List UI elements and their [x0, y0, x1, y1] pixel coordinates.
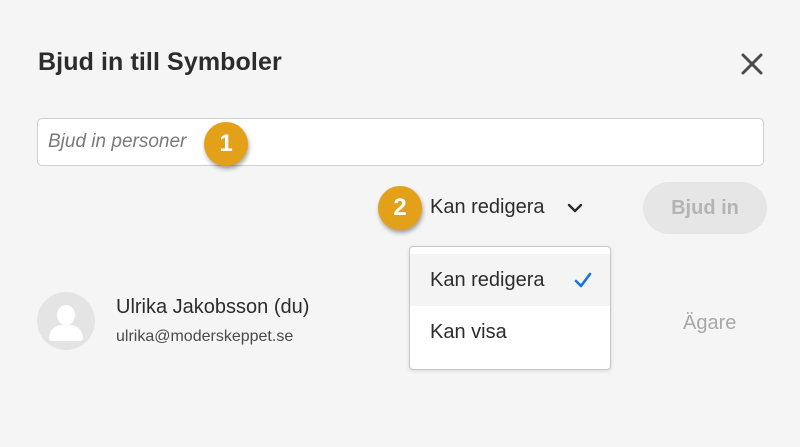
invite-button[interactable]: Bjud in — [643, 182, 767, 234]
invite-dialog: Bjud in till Symboler 1 2 Kan redigera B… — [0, 0, 800, 447]
menu-item-label: Kan redigera — [430, 268, 545, 291]
chevron-down-icon — [567, 203, 582, 212]
invite-people-input[interactable] — [37, 118, 764, 166]
member-email: ulrika@moderskeppet.se — [116, 328, 294, 345]
menu-item-can-view[interactable]: Kan visa — [410, 306, 610, 358]
member-row: Ulrika Jakobsson (du) ulrika@moderskeppe… — [37, 292, 309, 350]
menu-item-can-edit[interactable]: Kan redigera — [410, 254, 610, 306]
dialog-title: Bjud in till Symboler — [38, 48, 282, 76]
permission-dropdown[interactable]: Kan redigera — [430, 196, 583, 219]
permission-menu: Kan redigera Kan visa — [409, 246, 611, 370]
member-name: Ulrika Jakobsson (du) — [116, 296, 310, 318]
menu-item-label: Kan visa — [430, 320, 507, 343]
close-button[interactable] — [738, 50, 766, 78]
user-avatar-icon — [37, 292, 95, 350]
permission-selected-label: Kan redigera — [430, 196, 545, 218]
annotation-badge-2: 2 — [378, 186, 422, 230]
close-icon — [741, 53, 763, 75]
checkmark-icon — [574, 272, 592, 288]
annotation-badge-1: 1 — [204, 122, 248, 166]
member-role: Ägare — [683, 312, 737, 334]
